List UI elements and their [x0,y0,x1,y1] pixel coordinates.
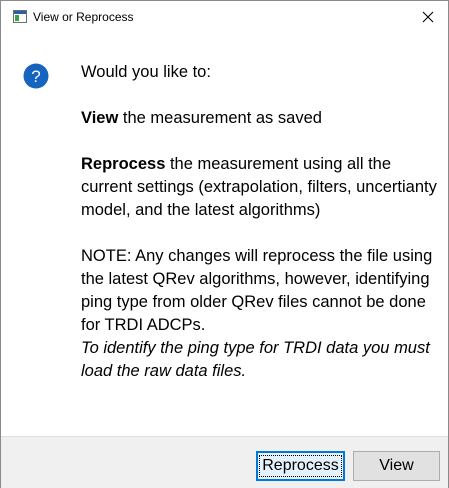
message-text: Would you like to: View the measurement … [81,61,441,383]
note-italic-text: To identify the ping type for TRDI data … [81,339,430,380]
view-button[interactable]: View [353,451,440,481]
view-description: the measurement as saved [118,109,322,127]
dialog-window: View or Reprocess ? Would you like to: V… [0,0,449,488]
svg-text:?: ? [31,67,40,86]
note-text: NOTE: Any changes will reprocess the fil… [81,247,433,334]
view-option-text: View the measurement as saved [81,107,441,130]
reprocess-button-label: Reprocess [259,455,342,477]
window-title: View or Reprocess [33,10,134,24]
window-app-icon [13,10,27,23]
intro-text: Would you like to: [81,63,211,81]
reprocess-button[interactable]: Reprocess [256,451,345,481]
close-icon [422,11,434,23]
dialog-content: ? Would you like to: View the measuremen… [1,33,448,436]
button-bar: Reprocess View [1,436,448,488]
reprocess-option-text: Reprocess the measurement using all the … [81,153,441,222]
close-button[interactable] [408,1,448,33]
question-icon: ? [23,63,49,89]
view-keyword: View [81,109,119,127]
title-bar[interactable]: View or Reprocess [1,1,448,33]
reprocess-keyword: Reprocess [81,155,166,173]
